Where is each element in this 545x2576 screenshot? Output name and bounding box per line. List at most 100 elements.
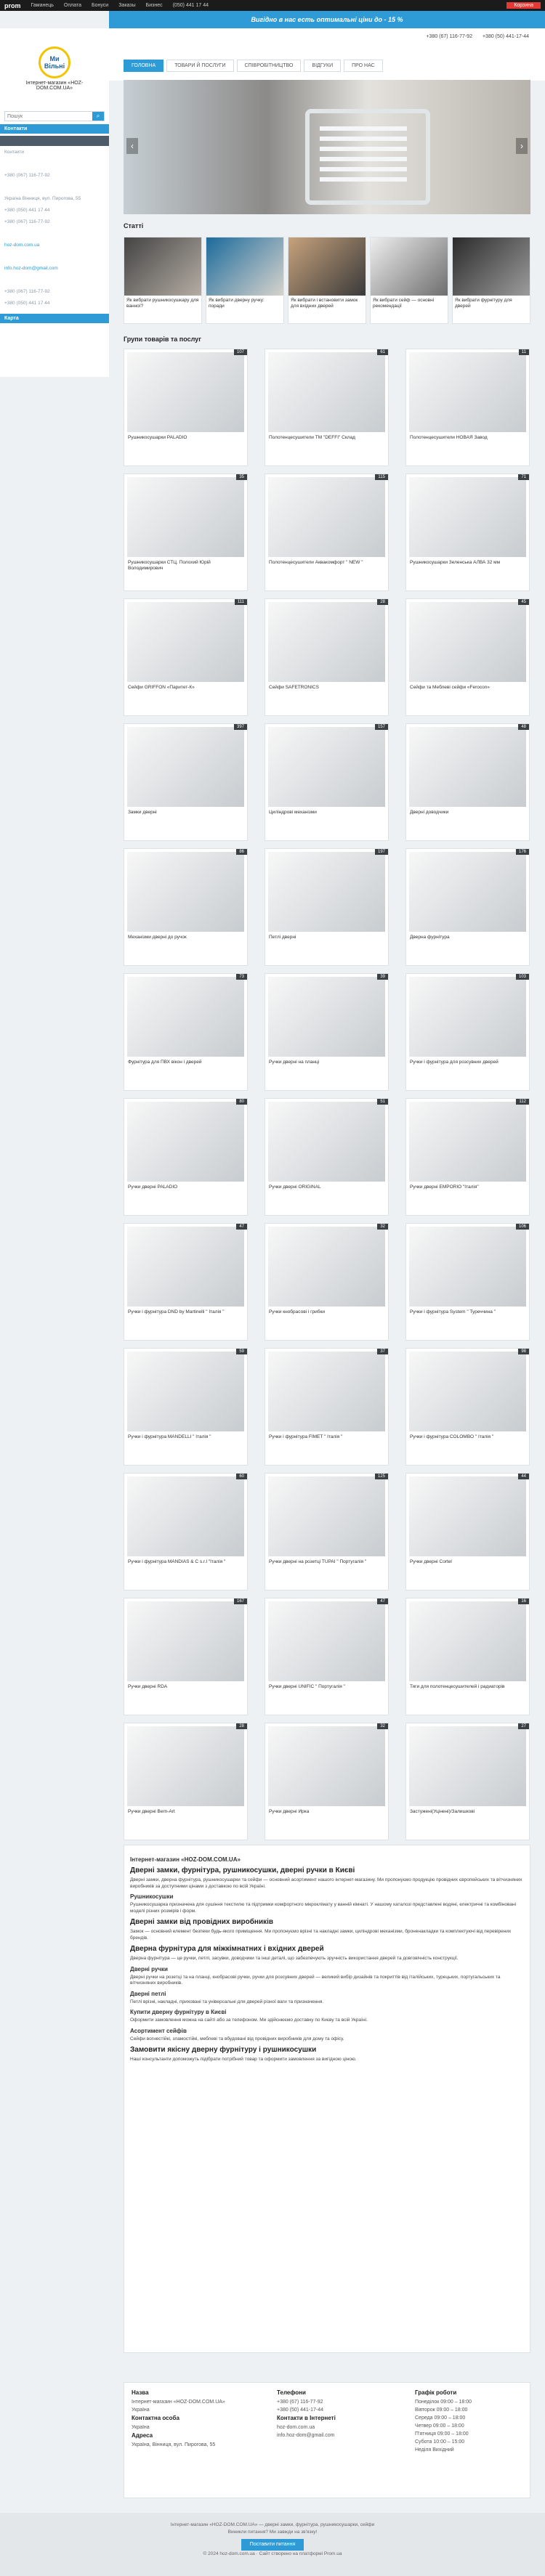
- slider-next-icon[interactable]: ›: [516, 138, 528, 154]
- menu-about[interactable]: ПРО НАС: [344, 59, 383, 72]
- category-image[interactable]: [409, 477, 526, 557]
- category-card[interactable]: 106 Ручки і фурнітура System " Туреччина …: [405, 1223, 530, 1341]
- category-card[interactable]: 112 Ручки дверні EMPORIO "Італія": [405, 1098, 530, 1216]
- category-label[interactable]: Ручки і фурнітура MANDELLI " Італія ": [128, 1434, 243, 1440]
- prom-logo[interactable]: prom: [4, 2, 21, 9]
- footer-phone[interactable]: +380 (67) 116-77-92: [277, 2398, 336, 2406]
- article-card[interactable]: Як вибрати фурнітуру для дверей: [452, 237, 530, 324]
- category-card[interactable]: 176 Дверна фурнітура: [405, 848, 530, 966]
- hero-slider[interactable]: ‹ ›: [124, 80, 530, 214]
- footer-phone[interactable]: +380 (50) 441-17-44: [277, 2406, 336, 2414]
- category-label[interactable]: Ручки і фурнітура DND by Martinelli " Іт…: [128, 1309, 243, 1315]
- footer-link[interactable]: info.hoz-dom@gmail.com: [277, 2431, 336, 2439]
- category-label[interactable]: Ручки дверні PALADIO: [128, 1185, 243, 1190]
- category-image[interactable]: [268, 477, 385, 557]
- article-image[interactable]: [288, 237, 366, 296]
- menu-reviews[interactable]: ВІДГУКИ: [304, 59, 342, 72]
- category-card[interactable]: 60 Ручки і фурнітура MANDIAS & C s.r.l "І…: [124, 1473, 248, 1590]
- category-label[interactable]: Сейфи SAFETRONICS: [269, 685, 384, 691]
- category-image[interactable]: [268, 727, 385, 807]
- topbar-link[interactable]: Оплата: [64, 3, 81, 8]
- menu-home[interactable]: ГОЛОВНА: [124, 59, 164, 72]
- category-label[interactable]: Полотенцесушители Аквакомфорт " NEW ": [269, 560, 384, 566]
- category-card[interactable]: 28 Сейфи SAFETRONICS: [265, 598, 389, 716]
- category-card[interactable]: 103 Ручки і фурнітура для розсувних двере…: [405, 973, 530, 1091]
- category-label[interactable]: Ручки дверні Bern-Art: [128, 1809, 243, 1815]
- article-image[interactable]: [371, 237, 448, 296]
- search-input[interactable]: [5, 112, 92, 121]
- category-label[interactable]: Ручки дверні RDA: [128, 1684, 243, 1690]
- category-image[interactable]: [127, 852, 244, 932]
- sidebar-website-link[interactable]: hoz-dom.com.ua: [0, 241, 109, 253]
- category-label[interactable]: Сейфи GRIFFON «Паритет-К»: [128, 685, 243, 691]
- category-label[interactable]: Ручки дверні Cortel: [410, 1559, 525, 1565]
- category-card[interactable]: 16 Тяги для полотенцесушителей і радиатор…: [405, 1598, 530, 1715]
- article-image[interactable]: [124, 237, 201, 296]
- category-image[interactable]: [127, 1476, 244, 1556]
- category-card[interactable]: 111 Сейфи GRIFFON «Паритет-К»: [124, 598, 248, 716]
- category-card[interactable]: 157 Циліндрові механізми: [265, 723, 389, 841]
- category-image[interactable]: [268, 352, 385, 432]
- topbar-phone[interactable]: (050) 441 17 44: [173, 3, 209, 8]
- slider-prev-icon[interactable]: ‹: [126, 138, 138, 154]
- sidebar-email-link[interactable]: info.hoz-dom@gmail.com: [0, 264, 109, 276]
- category-card[interactable]: 48 Дверні доводчики: [405, 723, 530, 841]
- category-card[interactable]: 86 Механізми дверні до ручок: [124, 848, 248, 966]
- category-card[interactable]: 73 Фурнітура для ПВХ вікон і дверей: [124, 973, 248, 1091]
- category-card[interactable]: 107 Рушникосушарки PALADIO: [124, 349, 248, 466]
- article-card[interactable]: Як вибрати сейф — основні рекомендації: [370, 237, 448, 324]
- category-label[interactable]: Ручки і фурнітура System " Туреччина ": [410, 1309, 525, 1315]
- category-label[interactable]: Ручки і фурнітура COLOMBO " Італія ": [410, 1434, 525, 1440]
- article-card[interactable]: Як вибрати і встановити замок для вхідни…: [288, 237, 366, 324]
- category-label[interactable]: Ручки і фурнітура FIMET " Італія ": [269, 1434, 384, 1440]
- category-image[interactable]: [127, 1601, 244, 1681]
- category-label[interactable]: Механізми дверні до ручок: [128, 935, 243, 940]
- category-image[interactable]: [127, 977, 244, 1057]
- category-card[interactable]: 115 Полотенцесушители Аквакомфорт " NEW ": [265, 474, 389, 591]
- category-label[interactable]: Ручки дверні UNIFIC " Португалія ": [269, 1684, 384, 1690]
- article-card[interactable]: Як вибрати дверну ручку: поради: [206, 237, 284, 324]
- article-title[interactable]: Як вибрати і встановити замок для вхідни…: [288, 296, 366, 312]
- topbar-link[interactable]: Бонуси: [92, 3, 108, 8]
- brand-logo[interactable]: Ми Вільні: [39, 46, 70, 78]
- category-label[interactable]: Ручки і фурнітура для розсувних дверей: [410, 1060, 525, 1065]
- category-image[interactable]: [127, 1352, 244, 1431]
- category-image[interactable]: [268, 852, 385, 932]
- category-label[interactable]: Застужені(Уцінені)/Залишкові: [410, 1809, 525, 1815]
- brand[interactable]: Ми Вільні Інтернет-магазин «HOZ-DOM.COM.…: [0, 28, 109, 108]
- footer-link[interactable]: hoz-dom.com.ua: [277, 2423, 336, 2431]
- ask-question-button[interactable]: Поставити питання: [241, 2539, 304, 2551]
- category-label[interactable]: Ручки кнобрасові і грибки: [269, 1309, 384, 1315]
- category-card[interactable]: 47 Ручки і фурнітура DND by Martinelli " …: [124, 1223, 248, 1341]
- category-label[interactable]: Замки дверні: [128, 810, 243, 816]
- category-label[interactable]: Рушникосушарки Зеленська АЛВА 32 мм: [410, 560, 525, 566]
- header-phone[interactable]: +380 (50) 441-17-44: [483, 34, 529, 39]
- category-image[interactable]: [268, 1102, 385, 1182]
- article-title[interactable]: Як вибрати рушникосушкару для ванної?: [124, 296, 201, 312]
- category-image[interactable]: [127, 1227, 244, 1307]
- sidebar-phone[interactable]: +380 (067) 116-77-92: [0, 171, 109, 183]
- category-image[interactable]: [127, 1102, 244, 1182]
- category-image[interactable]: [409, 977, 526, 1057]
- category-image[interactable]: [268, 1601, 385, 1681]
- category-card[interactable]: 28 Ручки дверні Bern-Art: [124, 1723, 248, 1840]
- article-card[interactable]: Як вибрати рушникосушкару для ванної?: [124, 237, 202, 324]
- sidebar-phone[interactable]: +380 (050) 441 17 44: [0, 206, 109, 218]
- search-icon[interactable]: ⌕: [92, 112, 104, 121]
- sidebar-phone[interactable]: +380 (050) 441 17 44: [0, 299, 109, 311]
- topbar-link[interactable]: Бизнес: [146, 3, 163, 8]
- category-label[interactable]: Дверна фурнітура: [410, 935, 525, 940]
- category-image[interactable]: [409, 1352, 526, 1431]
- category-image[interactable]: [268, 1726, 385, 1806]
- sidebar-phone[interactable]: +380 (067) 116-77-92: [0, 218, 109, 229]
- category-image[interactable]: [268, 602, 385, 682]
- category-label[interactable]: Ручки і фурнітура MANDIAS & C s.r.l "Іта…: [128, 1559, 243, 1565]
- category-label[interactable]: Ручки дверні Ирка: [269, 1809, 384, 1815]
- category-card[interactable]: 47 Ручки дверні UNIFIC " Португалія ": [265, 1598, 389, 1715]
- category-label[interactable]: Ручки дверні ORIGINAL: [269, 1185, 384, 1190]
- category-card[interactable]: 45 Сейфи та Меблеві сейфи «Ferocon»: [405, 598, 530, 716]
- category-label[interactable]: Полотенцесушители НОВАЯ Завод: [410, 435, 525, 441]
- category-label[interactable]: Тяги для полотенцесушителей і радиаторів: [410, 1684, 525, 1690]
- category-card[interactable]: 397 Замки дверні: [124, 723, 248, 841]
- category-image[interactable]: [409, 1726, 526, 1806]
